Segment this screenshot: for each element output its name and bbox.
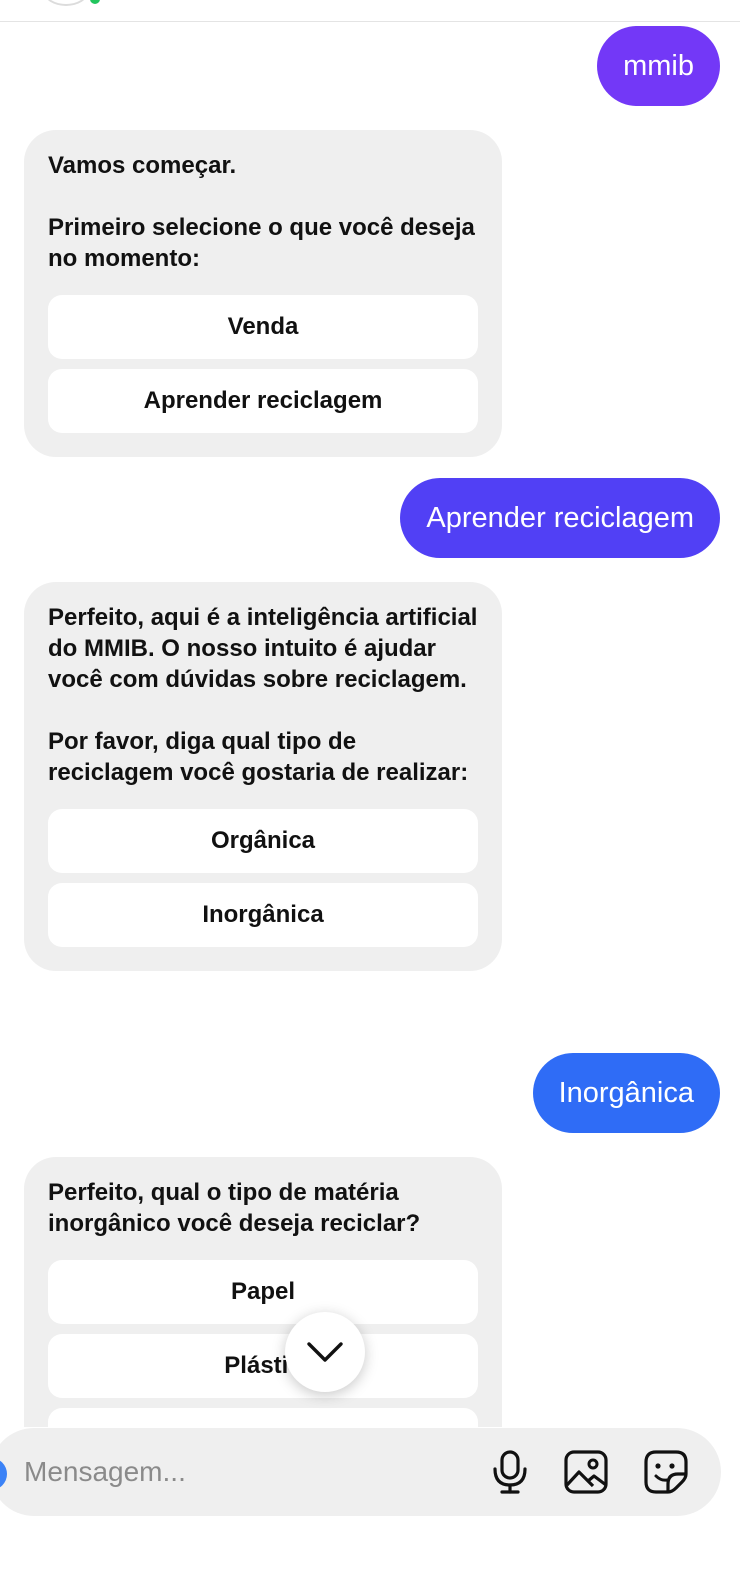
chevron-down-icon [307, 1342, 343, 1362]
quick-reply-options: Papel Plástic [48, 1260, 478, 1427]
outgoing-message[interactable]: Aprender reciclagem [400, 478, 720, 558]
quick-reply-button[interactable]: Orgânica [48, 809, 478, 873]
message-text: mmib [623, 49, 694, 82]
message-text: Perfeito, qual o tipo de matéria inorgân… [48, 1179, 421, 1237]
incoming-message: Perfeito, aqui é a inteligência artifici… [24, 582, 502, 971]
quick-reply-button[interactable]: Inorgânica [48, 883, 478, 947]
quick-reply-options: Orgânica Inorgânica [48, 809, 478, 947]
online-status-dot [90, 0, 100, 4]
message-text: Vamos começar. Primeiro selecione o que … [48, 152, 475, 272]
outgoing-message[interactable]: mmib [597, 26, 720, 106]
scroll-to-bottom-button[interactable] [285, 1312, 365, 1392]
avatar[interactable] [44, 0, 88, 6]
incoming-message: Perfeito, qual o tipo de matéria inorgân… [24, 1157, 502, 1427]
message-input[interactable] [24, 1452, 464, 1492]
quick-reply-button[interactable]: Venda [48, 295, 478, 359]
sticker-button[interactable] [642, 1448, 690, 1496]
outgoing-message[interactable]: Inorgânica [532, 1053, 720, 1133]
quick-reply-button[interactable]: Aprender reciclagem [48, 369, 478, 433]
message-text: Aprender reciclagem [426, 501, 694, 534]
image-icon [564, 1450, 608, 1494]
sticker-icon [644, 1450, 688, 1494]
message-text: Inorgânica [558, 1076, 694, 1109]
quick-reply-options: Venda Aprender reciclagem [48, 295, 478, 433]
incoming-message: Vamos começar. Primeiro selecione o que … [24, 130, 502, 457]
message-text: Perfeito, aqui é a inteligência artifici… [48, 604, 478, 786]
camera-button[interactable] [0, 1458, 7, 1490]
microphone-button[interactable] [486, 1448, 534, 1496]
gallery-button[interactable] [562, 1448, 610, 1496]
message-composer [0, 1428, 721, 1516]
chat-header [0, 0, 740, 22]
quick-reply-button[interactable]: Plástic [48, 1334, 478, 1398]
quick-reply-button[interactable]: Papel [48, 1260, 478, 1324]
quick-reply-button[interactable] [48, 1408, 478, 1427]
message-thread[interactable]: mmib Vamos começar. Primeiro selecione o… [0, 22, 740, 1427]
microphone-icon [493, 1450, 527, 1494]
